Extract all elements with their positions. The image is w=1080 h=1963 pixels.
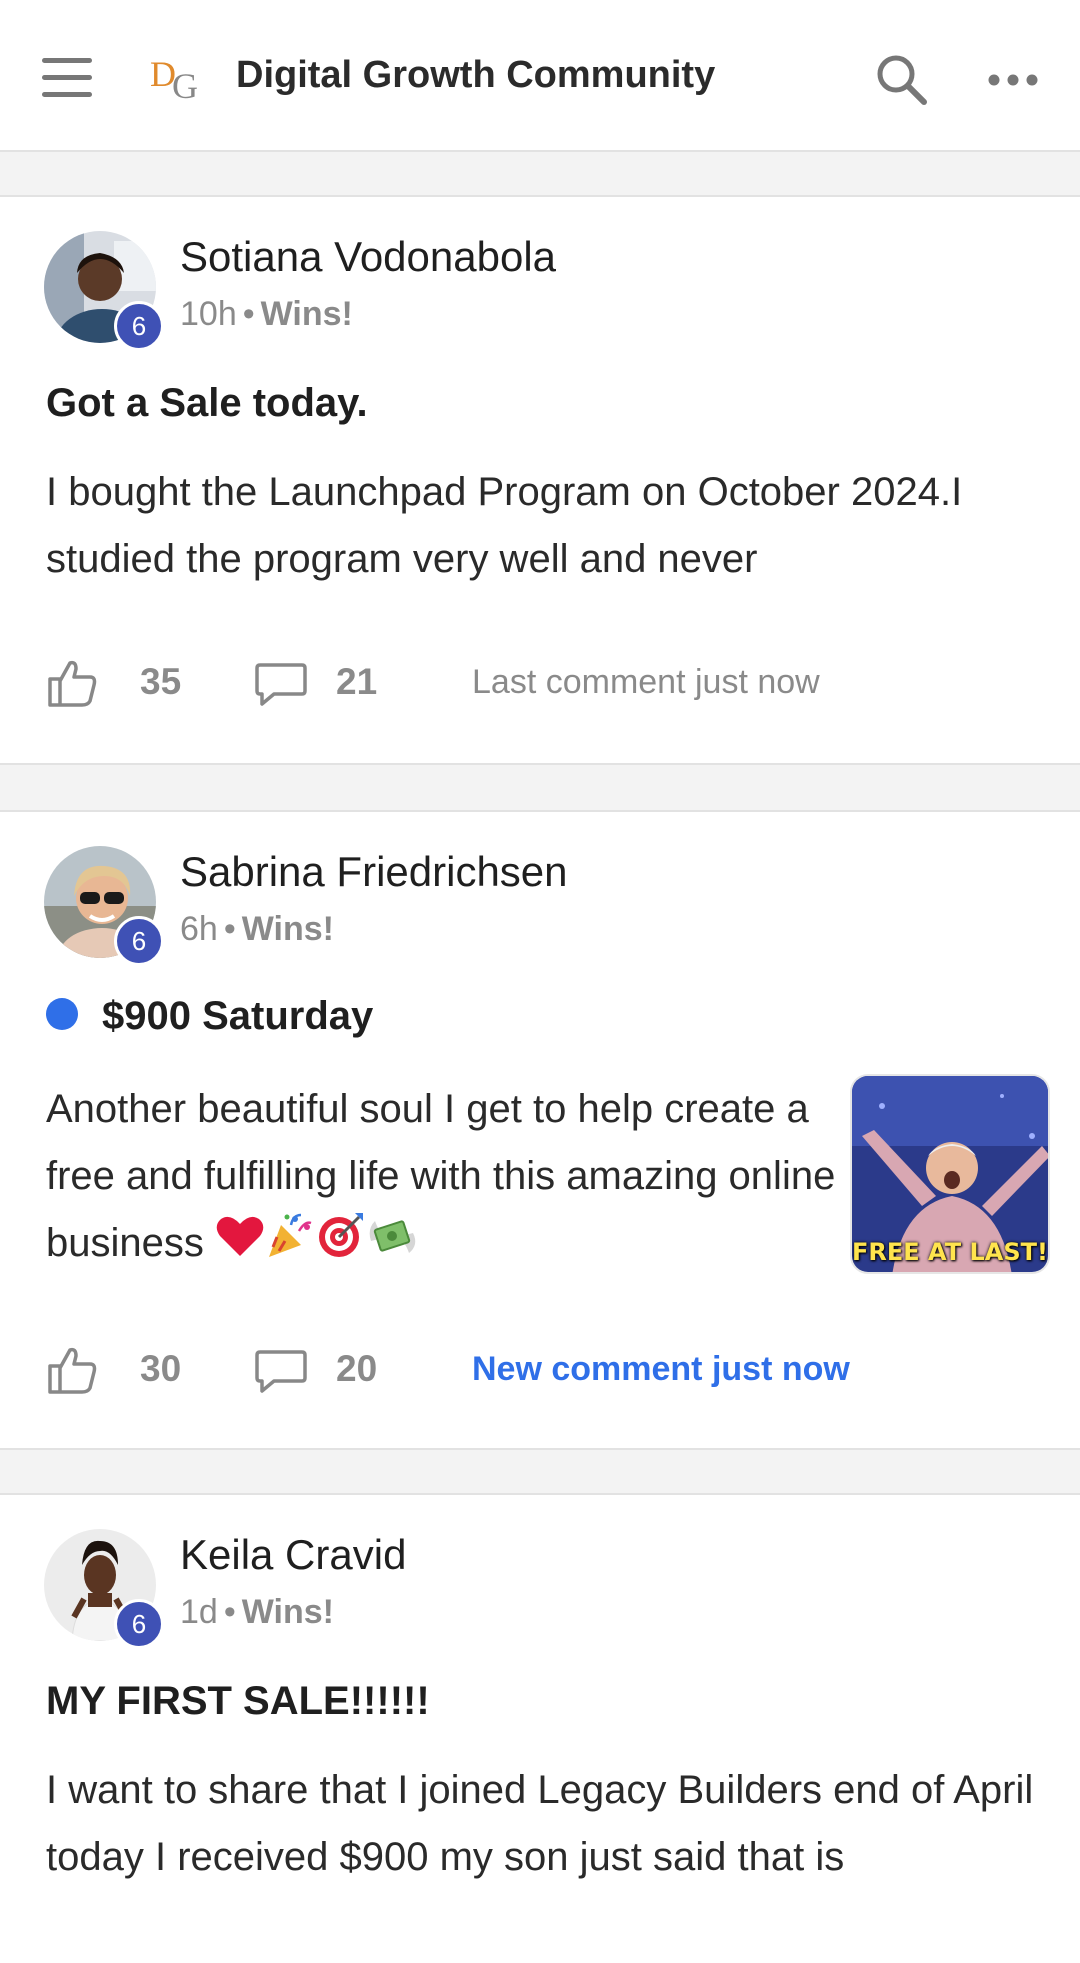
post-category[interactable]: Wins!: [261, 295, 353, 333]
comment-count: 20: [336, 1348, 378, 1389]
post-title-row[interactable]: $900 Saturday: [46, 994, 373, 1039]
community-title[interactable]: Digital Growth Community: [236, 54, 715, 97]
thumbnail-caption: FREE AT LAST!: [852, 1238, 1048, 1266]
post-actions: 30 20 New comment just now: [0, 1338, 1080, 1398]
separator-dot: •: [242, 295, 255, 333]
post-meta: 10h • Wins!: [180, 295, 353, 334]
post-category[interactable]: Wins!: [242, 1593, 334, 1631]
post-card[interactable]: 6 Keila Cravid 1d • Wins! MY FIRST SALE!!!…: [0, 1493, 1080, 1963]
red-heart-icon: [215, 1212, 265, 1279]
hamburger-menu-icon[interactable]: [40, 58, 94, 98]
post-time: 10h: [180, 295, 237, 333]
post-time: 6h: [180, 910, 218, 948]
post-category[interactable]: Wins!: [242, 910, 334, 948]
level-badge: 6: [114, 301, 164, 351]
comment-count: 21: [336, 661, 378, 702]
post-title[interactable]: $900 Saturday: [102, 994, 373, 1038]
author-avatar[interactable]: 6: [44, 846, 164, 966]
author-name[interactable]: Keila Cravid: [180, 1531, 406, 1579]
money-with-wings-icon: [365, 1211, 419, 1280]
app-header: D G Digital Growth Community: [0, 0, 1080, 152]
post-meta: 6h • Wins!: [180, 910, 334, 949]
like-icon[interactable]: [46, 659, 98, 707]
post-card[interactable]: 6 Sotiana Vodonabola 10h • Wins! Got a Sal…: [0, 195, 1080, 765]
community-logo[interactable]: D G: [148, 52, 208, 106]
post-body[interactable]: I want to share that I joined Legacy Bui…: [46, 1757, 1056, 1891]
level-badge: 6: [114, 916, 164, 966]
more-horizontal-icon[interactable]: [986, 68, 1040, 92]
post-body: Another beautiful soul I get to help cre…: [46, 1087, 836, 1265]
comment-icon[interactable]: [254, 1348, 308, 1394]
post-meta: 1d • Wins!: [180, 1593, 334, 1632]
post-thumbnail[interactable]: FREE AT LAST!: [850, 1074, 1050, 1274]
separator-dot: •: [223, 1593, 236, 1631]
search-icon[interactable]: [872, 50, 932, 110]
svg-text:G: G: [172, 66, 198, 104]
last-comment-status[interactable]: Last comment just now: [472, 663, 820, 702]
post-time: 1d: [180, 1593, 218, 1631]
separator-dot: •: [223, 910, 236, 948]
comment-icon[interactable]: [254, 661, 308, 707]
like-icon[interactable]: [46, 1346, 98, 1394]
new-comment-link[interactable]: New comment just now: [472, 1350, 850, 1389]
post-body[interactable]: I bought the Launchpad Program on Octobe…: [46, 459, 1036, 593]
direct-hit-icon: [315, 1211, 365, 1280]
unread-indicator: [46, 998, 78, 1031]
post-title[interactable]: MY FIRST SALE!!!!!!: [46, 1679, 430, 1724]
like-count: 30: [140, 1348, 182, 1389]
author-avatar[interactable]: 6: [44, 231, 164, 351]
level-badge: 6: [114, 1599, 164, 1649]
party-popper-icon: [265, 1211, 315, 1280]
author-name[interactable]: Sabrina Friedrichsen: [180, 848, 568, 896]
author-avatar[interactable]: 6: [44, 1529, 164, 1649]
post-title[interactable]: Got a Sale today.: [46, 381, 368, 426]
like-count: 35: [140, 661, 182, 702]
post-body-container[interactable]: Another beautiful soul I get to help cre…: [46, 1076, 836, 1280]
post-card[interactable]: 6 Sabrina Friedrichsen 6h • Wins! $900 Sat…: [0, 810, 1080, 1450]
post-actions: 35 21 Last comment just now: [0, 651, 1080, 711]
author-name[interactable]: Sotiana Vodonabola: [180, 233, 556, 281]
